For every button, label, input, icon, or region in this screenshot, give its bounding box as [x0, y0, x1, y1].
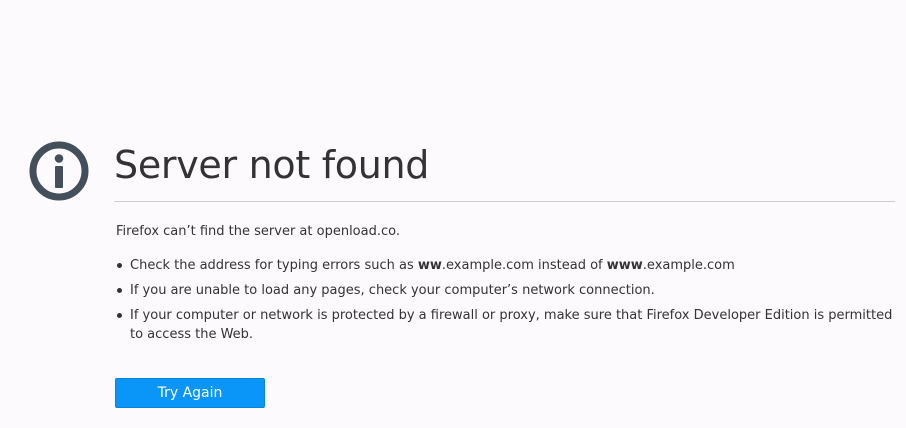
- try-again-button[interactable]: Try Again: [115, 378, 265, 408]
- info-icon: [29, 141, 89, 201]
- error-description: Firefox can’t find the server at openloa…: [116, 224, 400, 239]
- suggestion-item-network: If you are unable to load any pages, che…: [116, 281, 901, 300]
- suggestion-list: Check the address for typing errors such…: [116, 256, 901, 350]
- suggestion-item-check-address: Check the address for typing errors such…: [116, 256, 901, 275]
- title-divider: [114, 201, 895, 202]
- suggestion-item-firewall: If your computer or network is protected…: [116, 306, 901, 344]
- page-title: Server not found: [114, 143, 430, 187]
- error-page: Server not found Firefox can’t find the …: [0, 0, 906, 428]
